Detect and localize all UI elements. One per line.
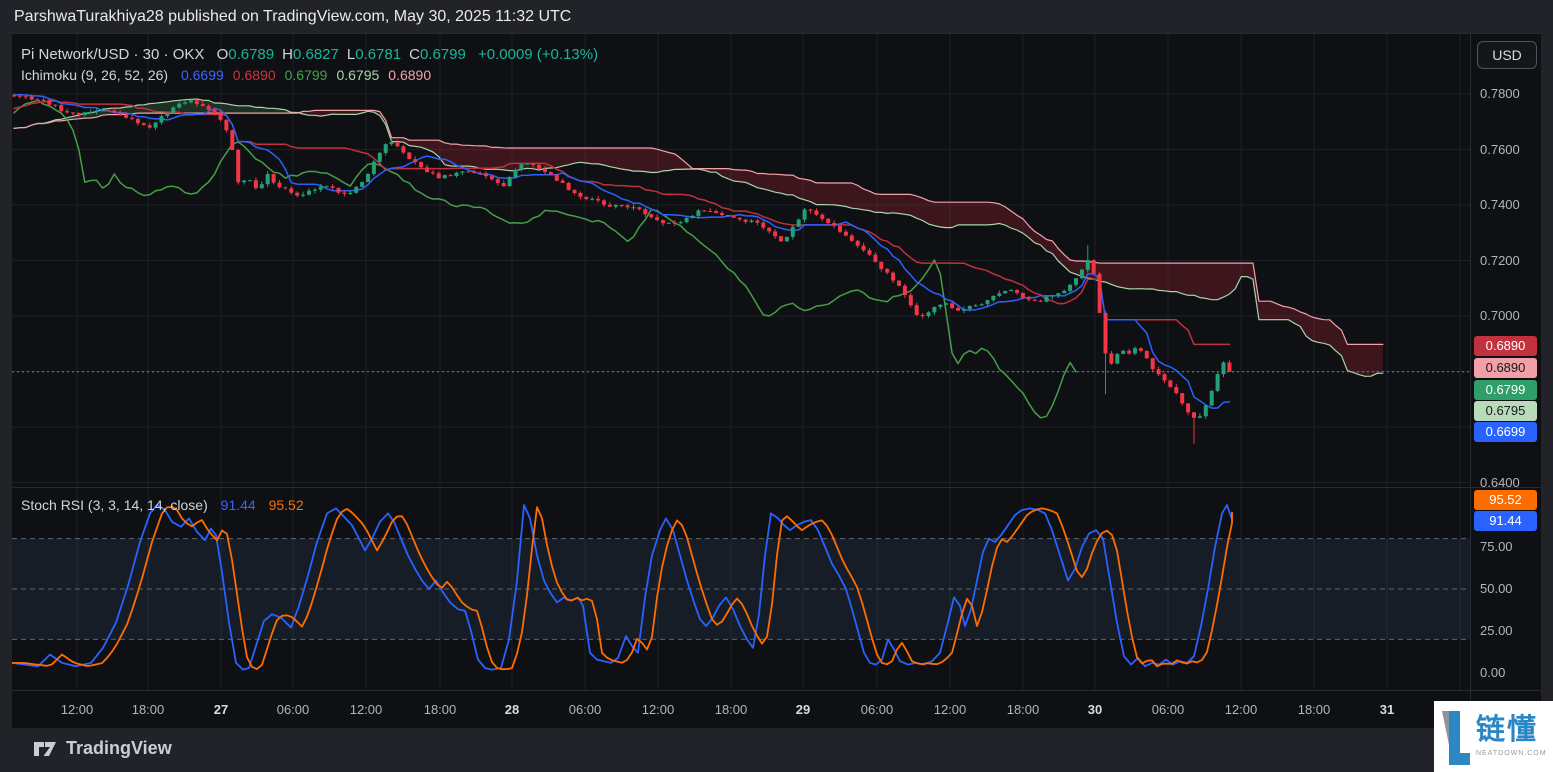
ichimoku-value: 0.6890 [232, 67, 276, 83]
ichimoku-values: 0.6699 0.6890 0.6799 0.6795 0.6890 [172, 67, 431, 83]
watermark-site-text: NEATDOWN.COM [1476, 750, 1547, 757]
stoch-indicator-name[interactable]: Stoch RSI (3, 3, 14, 14, close) [21, 497, 208, 513]
stoch-tick-label: 75.00 [1480, 539, 1513, 554]
time-tick-label: 27 [213, 702, 229, 717]
time-tick-label: 31 [1379, 702, 1395, 717]
watermark-cn-text: 链懂 [1476, 714, 1539, 746]
time-tick-label: 18:00 [714, 702, 748, 717]
symbol-legend: Pi Network/USD · 30 · OKX O0.6789 H0.6827… [21, 46, 598, 63]
footer-bar: TradingView [0, 728, 1553, 772]
ohlc-c-value: C0.6799 [409, 46, 466, 63]
price-tick-label: 0.6400 [1480, 474, 1520, 490]
time-tick-label: 18:00 [423, 702, 457, 717]
time-tick-label: 12:00 [60, 702, 94, 717]
stoch-badge: 91.44 [1474, 511, 1537, 531]
price-tick-label: 0.7600 [1480, 141, 1520, 157]
time-tick-label: 28 [504, 702, 520, 717]
price-badge: 0.6699 [1474, 422, 1537, 442]
price-tick-label: 0.7400 [1480, 197, 1520, 212]
price-badge: 0.6795 [1474, 401, 1537, 421]
candles-layer [12, 93, 1232, 444]
ichimoku-value: 0.6890 [388, 67, 432, 83]
ohlc-l-value: L0.6781 [346, 46, 402, 63]
time-tick-label: 29 [795, 702, 811, 717]
ichimoku-legend: Ichimoku (9, 26, 52, 26) 0.6699 0.6890 0.6… [21, 67, 431, 83]
price-badge: 0.6890 [1474, 358, 1537, 378]
tradingview-brand-label: TradingView [66, 738, 172, 758]
time-tick-label: 06:00 [568, 702, 602, 717]
time-tick-label: 12:00 [349, 702, 383, 717]
time-axis-border [12, 690, 1541, 691]
ichimoku-value: 0.6699 [180, 67, 224, 83]
stoch-tick-label: 25.00 [1480, 623, 1513, 638]
attribution-bar: ParshwaTurakhiya28 published on TradingV… [0, 0, 1553, 33]
stoch-badge: 95.52 [1474, 490, 1537, 510]
price-tick-label: 0.7200 [1480, 252, 1520, 268]
time-tick-label: 12:00 [1224, 702, 1258, 717]
ohlc-h-value: H0.6827 [282, 46, 339, 63]
currency-toggle-button[interactable]: USD [1477, 41, 1537, 69]
price-chart-canvas[interactable] [12, 33, 1470, 690]
time-tick-label: 18:00 [131, 702, 165, 717]
symbol-title[interactable]: Pi Network/USD · 30 · OKX [21, 46, 204, 63]
stoch-d-value: 95.52 [268, 497, 304, 513]
stoch-k-value: 91.44 [220, 497, 256, 513]
price-badge: 0.6799 [1474, 380, 1537, 400]
time-tick-label: 06:00 [1151, 702, 1185, 717]
ichimoku-value: 0.6799 [284, 67, 328, 83]
time-tick-label: 18:00 [1006, 702, 1040, 717]
tradingview-logo-icon [34, 741, 56, 756]
time-tick-label: 18:00 [1297, 702, 1331, 717]
ichimoku-lines [13, 93, 1384, 419]
indicator-name[interactable]: Ichimoku (9, 26, 52, 26) [21, 67, 168, 83]
price-tick-label: 0.7800 [1480, 86, 1520, 101]
neatdown-logo-icon [1442, 710, 1470, 765]
time-tick-label: 12:00 [641, 702, 675, 717]
chart-top-border [12, 33, 1541, 34]
time-tick-label: 30 [1087, 702, 1103, 717]
price-axis-border [1470, 33, 1471, 728]
stoch-rsi-legend: Stoch RSI (3, 3, 14, 14, close) 91.44 95… [21, 497, 304, 513]
tradingview-brand[interactable]: TradingView [33, 738, 172, 759]
price-badge: 0.6890 [1474, 336, 1537, 356]
ichimoku-cloud [14, 99, 1383, 377]
ohlc-values: O0.6789 H0.6827 L0.6781 C0.6799 [209, 46, 466, 63]
tradingview-snapshot: ParshwaTurakhiya28 published on TradingV… [0, 0, 1553, 772]
time-tick-label: 06:00 [276, 702, 310, 717]
pane-separator[interactable] [12, 487, 1541, 488]
ichimoku-value: 0.6795 [336, 67, 380, 83]
price-change: +0.0009 (+0.13%) [478, 46, 599, 63]
stoch-tick-label: 50.00 [1480, 581, 1513, 596]
neatdown-watermark: 链懂 NEATDOWN.COM [1434, 701, 1553, 772]
stoch-tick-label: 0.00 [1480, 665, 1506, 680]
attribution-text: ParshwaTurakhiya28 published on TradingV… [14, 8, 572, 25]
price-tick-label: 0.7000 [1480, 308, 1520, 323]
time-tick-label: 12:00 [933, 702, 967, 717]
ohlc-o-value: O0.6789 [216, 46, 275, 63]
time-tick-label: 06:00 [860, 702, 894, 717]
stoch-rsi-layer [12, 504, 1470, 671]
